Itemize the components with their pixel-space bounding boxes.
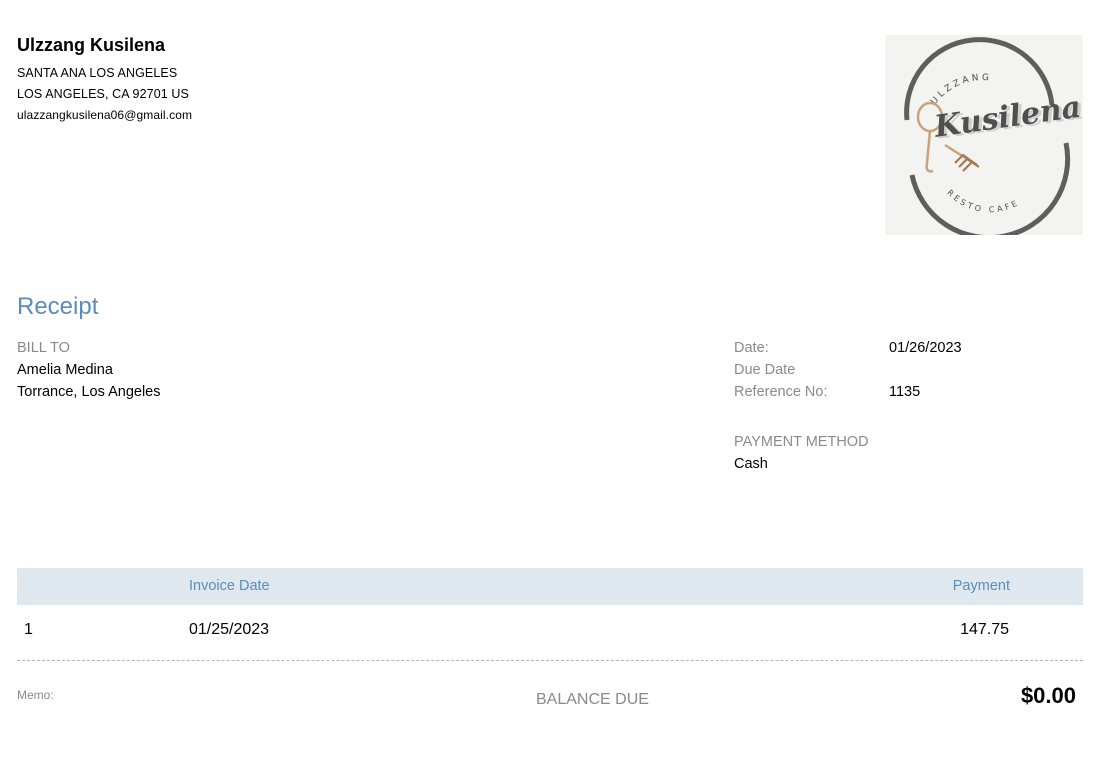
payment-method-label: PAYMENT METHOD [734, 434, 869, 450]
memo-label: Memo: [17, 688, 54, 702]
balance-due-label: BALANCE DUE [536, 691, 649, 708]
header-invoice-date: Invoice Date [189, 578, 270, 594]
balance-due-value: $0.00 [1020, 683, 1076, 708]
bill-to-label: BILL TO [17, 340, 70, 356]
payment-method-value: Cash [734, 456, 768, 472]
svg-text:RESTO CAFE: RESTO CAFE [945, 188, 1021, 214]
header-payment: Payment [952, 578, 1010, 594]
reference-label: Reference No: [734, 384, 828, 400]
row-invoice-date: 01/25/2023 [189, 621, 270, 638]
bill-to-location: Torrance, Los Angeles [17, 384, 161, 400]
reference-value: 1135 [889, 384, 921, 400]
company-address-line1: SANTA ANA LOS ANGELES [17, 66, 178, 80]
resto-cafe-logo-icon: ULZZANG RESTO CAFE Kusilena Kusilena [904, 37, 1086, 241]
company-email: ulazzangkusilena06@gmail.com [17, 108, 193, 122]
bill-to-name: Amelia Medina [17, 362, 113, 378]
document-title: Receipt [17, 293, 99, 320]
date-label: Date: [734, 340, 769, 356]
svg-text:ULZZANG: ULZZANG [929, 73, 992, 107]
table-header: Invoice Date Payment [17, 568, 1083, 605]
logo-bottom-text: RESTO CAFE [945, 188, 1018, 214]
date-value: 01/26/2023 [889, 340, 962, 356]
due-date-label: Due Date [734, 362, 796, 378]
dashed-divider [17, 660, 1083, 661]
row-payment: 147.75 [960, 621, 1009, 638]
company-address-line2: LOS ANGELES, CA 92701 US [17, 87, 189, 101]
logo-top-text: ULZZANG [929, 73, 989, 107]
company-logo: ULZZANG RESTO CAFE Kusilena Kusilena [885, 35, 1086, 241]
company-name: Ulzzang Kusilena [17, 35, 166, 55]
row-number: 1 [24, 621, 33, 638]
